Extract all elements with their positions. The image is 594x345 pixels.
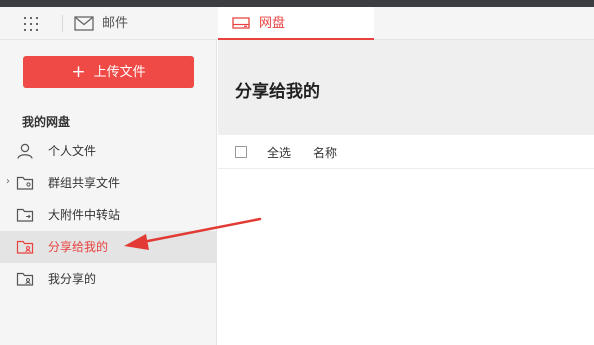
mail-app-link[interactable]: 邮件 (102, 15, 128, 32)
my-shares-icon (16, 272, 34, 286)
tab-netdisk[interactable]: 网盘 (218, 7, 374, 40)
content-header: 分享给我的 (218, 40, 594, 135)
sidebar-item-label: 分享给我的 (48, 240, 109, 254)
sidebar-item-group-shared[interactable]: › 群组共享文件 (0, 167, 216, 199)
person-icon (17, 143, 33, 159)
shared-to-me-icon (16, 240, 34, 254)
sidebar-header: 邮件 (0, 7, 217, 40)
select-all-checkbox[interactable] (235, 146, 247, 158)
mail-icon[interactable] (74, 16, 94, 31)
sidebar-item-label: 大附件中转站 (48, 208, 121, 222)
sidebar-item-shared-to-me[interactable]: 分享给我的 (0, 231, 216, 263)
column-header-name[interactable]: 名称 (313, 144, 337, 161)
sidebar-item-label: 我分享的 (48, 272, 97, 286)
window-top-strip (0, 0, 594, 7)
sidebar-item-label: 个人文件 (48, 144, 97, 158)
upload-file-button[interactable]: + 上传文件 (23, 56, 194, 88)
page-title: 分享给我的 (235, 82, 320, 102)
transfer-folder-icon (16, 208, 34, 222)
sidebar-item-label: 群组共享文件 (48, 176, 121, 190)
sidebar-item-my-shares[interactable]: 我分享的 (0, 263, 216, 295)
select-all-label[interactable]: 全选 (267, 144, 291, 161)
header-divider (62, 15, 63, 32)
upload-button-label: 上传文件 (93, 65, 146, 80)
plus-icon: + (71, 62, 86, 82)
group-folder-icon (16, 176, 34, 190)
sidebar-section-title: 我的网盘 (22, 115, 71, 129)
disk-icon (232, 17, 250, 29)
chevron-right-icon[interactable]: › (6, 176, 10, 187)
tab-bar: 网盘 (217, 7, 594, 40)
sidebar-item-personal-files[interactable]: 个人文件 (0, 135, 216, 167)
sidebar-item-large-attachment[interactable]: 大附件中转站 (0, 199, 216, 231)
tab-label: 网盘 (259, 16, 286, 31)
apps-grid-icon[interactable] (23, 16, 39, 32)
list-header: 全选 名称 (218, 135, 594, 169)
sidebar: 邮件 + 上传文件 我的网盘 个人文件 › 群组共享文件 大附件中转站 分享给我… (0, 7, 217, 345)
